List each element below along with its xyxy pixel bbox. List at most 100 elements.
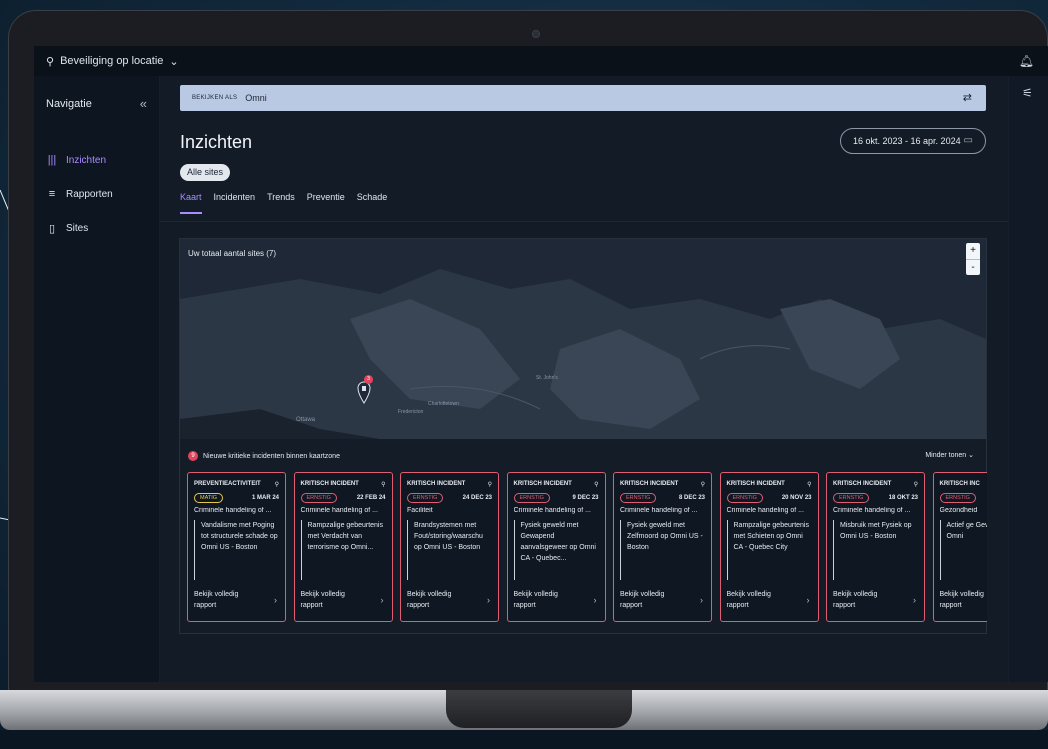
incident-type: PREVENTIEACTIVITEIT <box>194 481 261 487</box>
card-meta: ERNSTIG 22 FEB 24 <box>300 493 386 503</box>
view-report-link[interactable]: Bekijk volledig rapport <box>301 589 357 611</box>
incident-description: Vandalisme met Poging tot structurele sc… <box>194 520 279 580</box>
card-meta: ERNSTIG 9 DEC 23 <box>513 493 599 503</box>
sidebar-item-sites[interactable]: ▯ Sites <box>34 211 159 245</box>
tab-preventie[interactable]: Preventie <box>307 192 345 214</box>
incident-subject: Criminele handeling of ... <box>194 507 272 514</box>
chevron-right-icon: › <box>913 595 916 605</box>
chevron-down-icon: ⌄ <box>169 55 179 68</box>
chevron-right-icon: › <box>487 595 490 605</box>
severity-badge: ERNSTIG <box>513 493 550 503</box>
pin-icon: ⚲ <box>487 482 492 488</box>
incident-date: 20 NOV 23 <box>781 495 812 501</box>
sidebar-item-rapporten[interactable]: ≡ Rapporten <box>34 177 159 211</box>
chevron-right-icon: › <box>274 595 277 605</box>
map-label-charlottetown: Charlottetown <box>428 401 459 407</box>
incident-description: Misbruik met Fysiek op Omni US - Boston <box>833 520 918 580</box>
swap-icon[interactable]: ⇄ <box>963 91 972 104</box>
incident-description: Fysiek geweld met Zelfmoord op Omni US -… <box>620 520 705 580</box>
filter-settings-icon[interactable]: ⚟ <box>1022 86 1033 100</box>
card-meta: ERNSTIG 20 NOV 23 <box>726 493 812 503</box>
tab-kaart[interactable]: Kaart <box>180 192 202 214</box>
incident-type: KRITISCH INCIDENT <box>833 481 892 487</box>
view-as-value: Omni <box>245 93 267 103</box>
calendar-icon: ▭ <box>963 135 973 146</box>
sidebar-item-label: Inzichten <box>66 154 107 166</box>
view-report-link[interactable]: Bekijk volledig rapport <box>940 589 988 611</box>
map-view[interactable]: Uw totaal aantal sites (7) Ottawa Freder… <box>180 239 986 439</box>
all-sites-chip[interactable]: Alle sites <box>180 164 231 181</box>
sidebar-item-label: Sites <box>66 222 89 234</box>
map-label-ottawa: Ottawa <box>296 417 316 423</box>
severity-badge: ERNSTIG <box>407 493 444 503</box>
incident-date: 8 DEC 23 <box>678 495 705 501</box>
incident-card[interactable]: KRITISCH INCIDENT ⚲ ERNSTIG 9 DEC 23 Crimine… <box>506 472 606 622</box>
map-panel: Uw totaal aantal sites (7) Ottawa Freder… <box>179 238 987 634</box>
card-header: KRITISCH INCIDENT ⚲ <box>833 481 918 488</box>
incident-date: 1 MAR 24 <box>251 495 279 501</box>
main-content: BEKIJKEN ALS Omni ⇄ Inzichten Alle sites… <box>160 76 1008 682</box>
incident-type: KRITISCH INCIDENT <box>407 481 466 487</box>
incident-date: 18 OKT 23 <box>888 495 918 501</box>
tab-schade[interactable]: Schade <box>357 192 388 214</box>
date-range-picker[interactable]: 16 okt. 2023 - 16 apr. 2024 ▭ <box>840 128 986 154</box>
location-selector[interactable]: ⚲ Beveiliging op locatie ⌄ <box>46 55 179 68</box>
chevron-right-icon: › <box>806 595 810 605</box>
incident-type: KRITISCH INCIDENT <box>726 481 785 487</box>
view-report-link[interactable]: Bekijk volledig rapport <box>833 589 889 611</box>
view-report-link[interactable]: Bekijk volledig rapport <box>620 589 676 611</box>
zoom-in-button[interactable]: + <box>966 243 980 259</box>
incident-date: 24 DEC 23 <box>462 495 492 501</box>
base-shadow <box>0 730 1048 749</box>
building-icon: ▯ <box>48 222 56 235</box>
incident-card[interactable]: KRITISCH INCIDENT ⚲ ERNSTIG 8 DEC 23 Crimine… <box>613 472 712 622</box>
pin-icon: ⚲ <box>274 482 279 488</box>
chevron-down-icon: ⌄ <box>968 452 974 459</box>
tab-incidenten[interactable]: Incidenten <box>214 192 256 214</box>
view-report-link[interactable]: Bekijk volledig rapport <box>194 589 250 611</box>
pin-icon: ⚲ <box>594 482 599 488</box>
incident-card[interactable]: KRITISCH INCIDENT ⚲ ERNSTIG 20 NOV 23 Crimin… <box>719 472 819 622</box>
incident-card[interactable]: KRITISCH INCIDENT ⚲ ERNSTIG 22 FEB 24 Crimin… <box>293 472 393 622</box>
camera-dot <box>532 30 540 38</box>
chevron-right-icon: › <box>593 595 597 605</box>
sidebar-item-inzichten[interactable]: ||| Inzichten <box>34 143 159 177</box>
map-title: Uw totaal aantal sites (7) <box>188 249 277 258</box>
card-header: KRITISCH INCIDENT ⚲ <box>407 481 492 488</box>
marker-count-badge: 3 <box>364 375 373 384</box>
card-header: KRITISCH INCIDENT ⚲ <box>301 481 386 488</box>
tab-trends[interactable]: Trends <box>267 192 295 214</box>
view-report-link[interactable]: Bekijk volledig rapport <box>407 589 463 611</box>
incident-type: KRITISCH INC <box>939 481 980 487</box>
collapse-icon[interactable]: « <box>140 96 147 111</box>
map-label-fredericton: Fredericton <box>398 409 424 415</box>
view-as-bar: BEKIJKEN ALS Omni ⇄ <box>180 85 986 111</box>
zoom-out-button[interactable]: - <box>966 259 980 275</box>
incident-card[interactable]: KRITISCH INCIDENT ⚲ ERNSTIG 24 DEC 23 Facili… <box>400 472 499 622</box>
incident-description: Fysiek geweld met Gewapend aanvalsgeweer… <box>513 520 599 580</box>
list-icon: ≡ <box>48 188 56 200</box>
bell-icon[interactable]: 🔔︎ <box>1019 54 1034 68</box>
incident-card[interactable]: KRITISCH INC⚲ ERNSTIG Gezondheid Actief ge … <box>932 472 988 622</box>
top-bar: ⚲ Beveiliging op locatie ⌄ 🔔︎ <box>34 46 1048 76</box>
severity-badge: ERNSTIG <box>620 493 657 503</box>
pin-icon: ⚲ <box>700 482 705 488</box>
incident-card[interactable]: KRITISCH INCIDENT ⚲ ERNSTIG 18 OKT 23 Crimin… <box>826 472 925 622</box>
view-report-link[interactable]: Bekijk volledig rapport <box>514 589 570 611</box>
card-header: KRITISCH INCIDENT ⚲ <box>514 481 599 488</box>
sidebar-nav: ||| Inzichten ≡ Rapporten ▯ Sites <box>34 143 159 245</box>
severity-badge: ERNSTIG <box>939 493 976 503</box>
page-title: Inzichten <box>180 132 253 152</box>
incident-card[interactable]: PREVENTIEACTIVITEIT ⚲ MATIG 1 MAR 24 Crimine… <box>187 472 286 622</box>
show-less-button[interactable]: Minder tonen ⌄ <box>925 451 974 459</box>
view-as-label: BEKIJKEN ALS <box>192 95 238 101</box>
card-header: PREVENTIEACTIVITEIT ⚲ <box>194 481 279 488</box>
view-report-link[interactable]: Bekijk volledig rapport <box>727 589 783 611</box>
sidebar-title: Navigatie <box>46 97 92 110</box>
show-less-label: Minder tonen <box>925 452 967 459</box>
incident-subject: Criminele handeling of ... <box>513 507 591 514</box>
incident-type: KRITISCH INCIDENT <box>620 481 679 487</box>
incident-subject: Faciliteit <box>407 507 433 514</box>
incident-description: Rampzalige gebeurtenis met Schieten op O… <box>726 520 812 580</box>
pin-icon: ⚲ <box>913 482 918 488</box>
